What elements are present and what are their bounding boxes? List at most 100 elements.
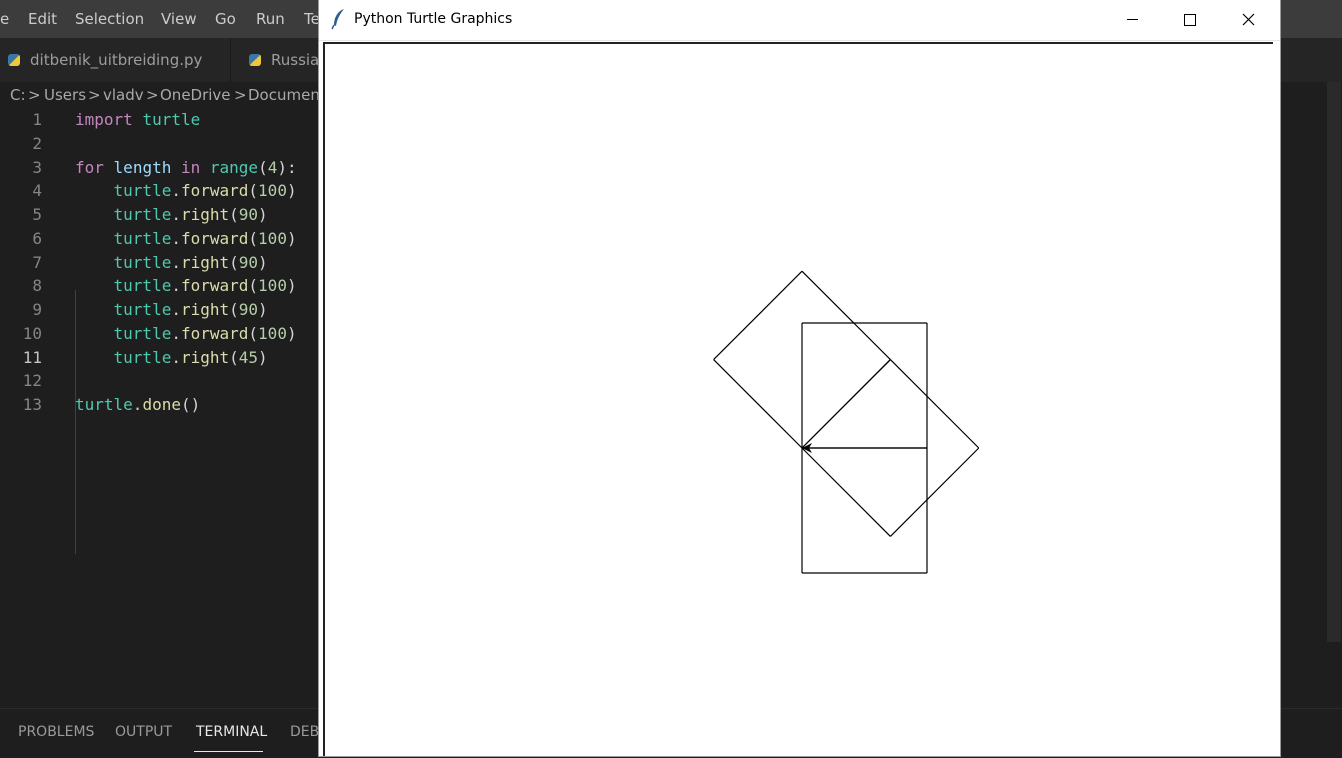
line-number: 12 (22, 371, 42, 391)
code-text: turtle.right(45) (75, 348, 268, 367)
code-token: ) (286, 228, 297, 248)
code-token: . (171, 276, 181, 296)
code-token: ( (229, 347, 239, 367)
turtle-canvas[interactable] (323, 42, 1273, 756)
menu-view[interactable]: View (161, 10, 197, 28)
code-token: turtle (113, 300, 172, 319)
line-number: 10 (22, 323, 42, 343)
breadcrumb-item[interactable]: vladv (103, 86, 144, 104)
code-token: import (75, 110, 133, 129)
editor-right-edge (1279, 38, 1342, 708)
code-text: turtle.forward(100) (75, 181, 297, 200)
code-token: 4 (267, 157, 278, 177)
menu-run[interactable]: Run (256, 10, 285, 28)
code-text: turtle.forward(100) (75, 324, 297, 343)
code-token: forward (180, 228, 249, 248)
turtle-path-segment (713, 270, 803, 361)
code-token: 100 (258, 276, 287, 296)
code-text: turtle.forward(100) (75, 229, 297, 248)
window-title: Python Turtle Graphics (354, 11, 513, 27)
code-token: ) (286, 181, 297, 201)
breadcrumb-item[interactable]: Users (44, 86, 86, 104)
active-panel-indicator (194, 751, 263, 752)
code-token: done (142, 395, 181, 414)
code-token: in (180, 157, 201, 177)
code-text: turtle.right(90) (75, 300, 268, 319)
code-token: ) (258, 205, 268, 224)
turtle-path-segment (713, 359, 803, 449)
code-text: turtle.done() (75, 395, 200, 414)
code-token: turtle (75, 395, 133, 414)
menu-edit[interactable]: Edit (28, 10, 57, 28)
code-token: forward (180, 181, 249, 201)
maximize-button[interactable] (1167, 0, 1213, 40)
code-text: for length in range(4): (75, 158, 297, 177)
code-token: ) (258, 252, 268, 272)
python-file-icon (249, 54, 261, 66)
code-token: turtle (113, 276, 172, 296)
menu-go[interactable]: Go (215, 10, 236, 28)
code-token: right (180, 300, 230, 319)
code-token: forward (180, 323, 249, 343)
window-title-bar[interactable]: Python Turtle Graphics (319, 0, 1280, 41)
code-token: ) (286, 276, 297, 296)
code-token: 100 (258, 228, 287, 248)
panel-tab-terminal[interactable]: TERMINAL (196, 724, 267, 740)
menu-selection[interactable]: Selection (75, 10, 144, 28)
code-token: right (180, 205, 230, 224)
code-text: turtle.right(90) (75, 205, 268, 224)
breadcrumb-separator: > (28, 86, 41, 104)
code-token: range (209, 157, 259, 177)
code-text: turtle.right(90) (75, 253, 268, 272)
editor-scrollbar[interactable] (1327, 82, 1341, 642)
code-token: length (113, 157, 172, 177)
code-token: turtle (142, 110, 201, 129)
tab-bar-overflow (1279, 38, 1342, 82)
turtle-path-segment (889, 447, 980, 537)
menu-file[interactable]: e (0, 10, 9, 28)
line-number: 4 (32, 181, 42, 201)
code-token: 90 (238, 205, 259, 224)
turtle-graphics-window[interactable]: Python Turtle Graphics (319, 0, 1280, 756)
code-token: ( (258, 157, 268, 177)
panel-tab-problems[interactable]: PROBLEMS (18, 724, 94, 740)
tab-label: Russiar (271, 51, 326, 69)
code-token: . (171, 228, 181, 248)
line-number: 5 (32, 205, 42, 224)
code-token: turtle (113, 323, 172, 343)
code-token: turtle (113, 252, 172, 272)
minimize-icon (1127, 19, 1138, 20)
code-token: . (171, 205, 181, 224)
feather-icon (331, 9, 344, 30)
code-token: 90 (238, 252, 259, 272)
code-token: . (171, 323, 181, 343)
turtle-path-segment (889, 359, 980, 449)
line-number: 11 (22, 347, 42, 367)
breadcrumb-item[interactable]: OneDrive (160, 86, 231, 104)
line-number: 9 (32, 300, 42, 319)
menu-terminal[interactable]: Te (304, 10, 320, 28)
code-text: import turtle (75, 110, 200, 129)
minimize-button[interactable] (1109, 0, 1155, 40)
code-token: 100 (258, 323, 287, 343)
tab-label: ditbenik_uitbreiding.py (30, 51, 203, 69)
breadcrumb-separator: > (88, 86, 101, 104)
breadcrumb-separator: > (234, 86, 247, 104)
tab-ditbenik-uitbreiding[interactable]: ditbenik_uitbreiding.py (8, 38, 202, 82)
code-token: ) (258, 347, 268, 367)
code-token: ( (229, 205, 239, 224)
breadcrumb-item[interactable]: Document (248, 86, 326, 104)
tab-russian[interactable]: Russiar (249, 38, 325, 82)
code-token: 100 (258, 181, 287, 201)
panel-tab-output[interactable]: OUTPUT (115, 724, 172, 740)
breadcrumb-item[interactable]: C: (10, 86, 26, 104)
close-button[interactable] (1225, 0, 1271, 40)
code-token: ( (248, 228, 259, 248)
